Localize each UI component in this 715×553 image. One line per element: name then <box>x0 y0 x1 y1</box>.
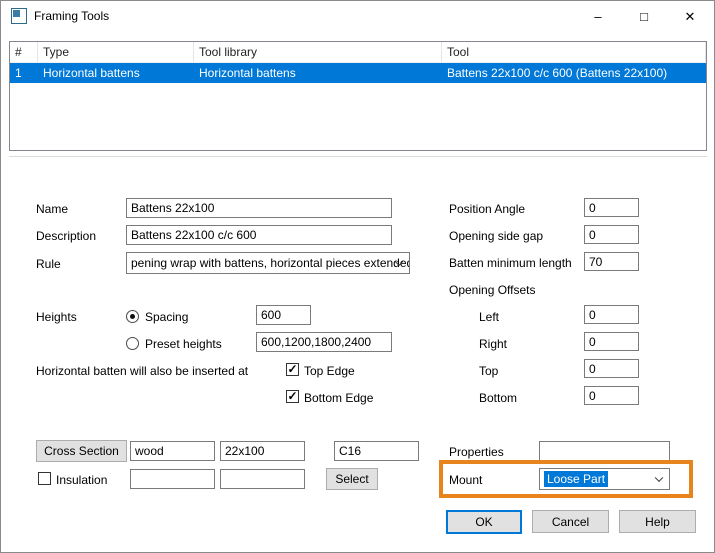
spacing-input[interactable] <box>256 305 311 325</box>
preset-heights-input[interactable] <box>256 332 392 352</box>
table-row[interactable]: 1 Horizontal battens Horizontal battens … <box>10 63 706 83</box>
ok-button[interactable]: OK <box>446 510 522 534</box>
column-header-tool[interactable]: Tool <box>442 42 706 62</box>
insulation-label[interactable]: Insulation <box>56 473 107 487</box>
rule-dropdown-value: pening wrap with battens, horizontal pie… <box>131 256 410 270</box>
row-type: Horizontal battens <box>38 63 194 83</box>
offset-top-label: Top <box>479 364 498 378</box>
column-header-library[interactable]: Tool library <box>194 42 442 62</box>
cross-section-material-input[interactable] <box>130 441 215 461</box>
bottom-edge-label[interactable]: Bottom Edge <box>304 391 373 405</box>
framing-tools-dialog: Framing Tools – □ ✕ # Type Tool library … <box>0 0 715 553</box>
offset-bottom-input[interactable] <box>584 386 639 405</box>
heights-label: Heights <box>36 310 77 324</box>
properties-label: Properties <box>449 445 504 459</box>
position-angle-label: Position Angle <box>449 202 525 216</box>
insert-at-label: Horizontal batten will also be inserted … <box>36 364 248 378</box>
column-header-type[interactable]: Type <box>38 42 194 62</box>
app-icon <box>11 8 27 24</box>
separator-line <box>9 156 707 157</box>
mount-label: Mount <box>449 473 482 487</box>
position-angle-input[interactable] <box>584 198 639 217</box>
mount-dropdown[interactable]: Loose Part <box>539 468 670 490</box>
top-edge-label[interactable]: Top Edge <box>304 364 355 378</box>
preset-heights-radio[interactable] <box>126 337 139 350</box>
properties-input[interactable] <box>539 441 670 461</box>
preset-heights-radio-label[interactable]: Preset heights <box>145 337 222 351</box>
minimize-icon[interactable]: – <box>575 2 621 31</box>
offset-bottom-label: Bottom <box>479 391 517 405</box>
insulation-checkbox[interactable] <box>38 472 51 485</box>
chevron-down-icon <box>655 474 663 482</box>
row-tool: Battens 22x100 c/c 600 (Battens 22x100) <box>442 63 706 83</box>
cross-section-grade-input[interactable] <box>334 441 419 461</box>
close-icon[interactable]: ✕ <box>667 2 713 31</box>
offset-left-label: Left <box>479 310 499 324</box>
opening-side-gap-input[interactable] <box>584 225 639 244</box>
offset-left-input[interactable] <box>584 305 639 324</box>
spacing-radio-label[interactable]: Spacing <box>145 310 188 324</box>
tool-list-header: # Type Tool library Tool <box>10 42 706 63</box>
caption-buttons: – □ ✕ <box>575 2 713 31</box>
mount-dropdown-value: Loose Part <box>544 471 608 487</box>
spacing-radio[interactable] <box>126 310 139 323</box>
column-header-num[interactable]: # <box>10 42 38 62</box>
rule-label: Rule <box>36 257 61 271</box>
title-bar: Framing Tools – □ ✕ <box>1 1 714 31</box>
offset-right-input[interactable] <box>584 332 639 351</box>
name-input[interactable] <box>126 198 392 218</box>
offset-top-input[interactable] <box>584 359 639 378</box>
top-edge-checkbox[interactable] <box>286 363 299 376</box>
row-library: Horizontal battens <box>194 63 442 83</box>
maximize-icon[interactable]: □ <box>621 2 667 31</box>
opening-side-gap-label: Opening side gap <box>449 229 543 243</box>
insulation-field1-input[interactable] <box>130 469 215 489</box>
cancel-button[interactable]: Cancel <box>532 510 609 533</box>
description-label: Description <box>36 229 96 243</box>
tool-list: # Type Tool library Tool 1 Horizontal ba… <box>9 41 707 151</box>
insulation-field2-input[interactable] <box>220 469 305 489</box>
rule-dropdown[interactable]: pening wrap with battens, horizontal pie… <box>126 252 410 274</box>
opening-offsets-label: Opening Offsets <box>449 283 536 297</box>
offset-right-label: Right <box>479 337 507 351</box>
batten-minimum-length-label: Batten minimum length <box>449 256 572 270</box>
window-title: Framing Tools <box>34 9 109 23</box>
row-num: 1 <box>10 63 38 83</box>
cross-section-size-input[interactable] <box>220 441 305 461</box>
batten-minimum-length-input[interactable] <box>584 252 639 271</box>
description-input[interactable] <box>126 225 392 245</box>
help-button[interactable]: Help <box>619 510 696 533</box>
select-button[interactable]: Select <box>326 468 378 490</box>
name-label: Name <box>36 202 68 216</box>
cross-section-button[interactable]: Cross Section <box>36 440 127 462</box>
bottom-edge-checkbox[interactable] <box>286 390 299 403</box>
